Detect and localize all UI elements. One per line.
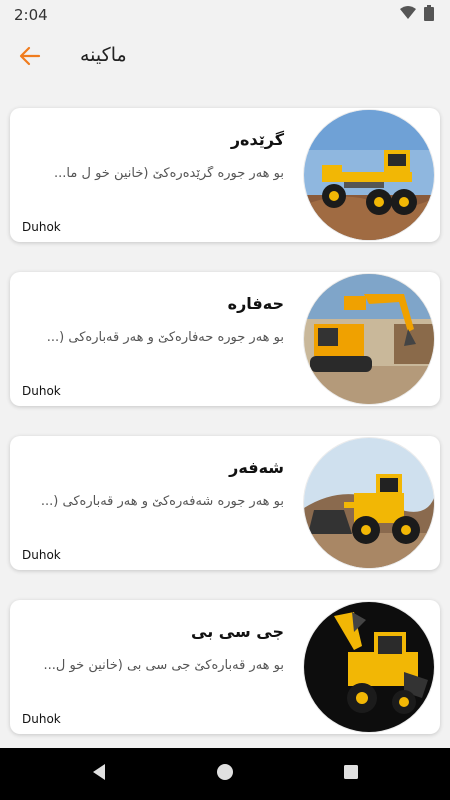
item-city: Duhok — [22, 384, 61, 398]
item-title: جی سی بی — [191, 622, 284, 641]
loader-image — [304, 438, 434, 568]
list-item[interactable]: حەفارە بو هەر جورە حەفارەکێ و هەر قەبارە… — [10, 272, 440, 406]
square-recents-icon — [343, 764, 359, 784]
circle-home-icon — [216, 763, 234, 785]
backhoe-image — [304, 602, 434, 732]
item-city: Duhok — [22, 220, 61, 234]
triangle-back-icon — [91, 763, 107, 785]
nav-back-button[interactable] — [88, 763, 110, 785]
item-description: بو هەر جورە حەفارەکێ و هەر قەبارەکی (... — [46, 330, 284, 345]
list-item[interactable]: گرێدەر بو هەر جورە گرێدەرەکێ (خانین خو ل… — [10, 108, 440, 242]
app-bar: ماکینە — [0, 30, 450, 86]
status-bar: 2:04 — [0, 0, 450, 30]
system-nav-bar — [0, 748, 450, 800]
grader-image — [304, 110, 434, 240]
page-title: ماکینە — [80, 44, 127, 66]
nav-home-button[interactable] — [214, 763, 236, 785]
item-title: شەفەر — [229, 458, 284, 477]
arrow-left-icon — [19, 45, 41, 71]
item-title: حەفارە — [227, 294, 284, 313]
item-city: Duhok — [22, 712, 61, 726]
list-item[interactable]: جی سی بی بو هەر قەبارەکێ جی سی بی (خانین… — [10, 600, 440, 734]
item-description: بو هەر جورە شەفەرەکێ و هەر قەبارەکی (... — [40, 494, 284, 509]
status-time: 2:04 — [14, 6, 48, 24]
item-title: گرێدەر — [230, 130, 284, 149]
nav-recents-button[interactable] — [340, 763, 362, 785]
item-city: Duhok — [22, 548, 61, 562]
back-button[interactable] — [14, 42, 46, 74]
machine-list: گرێدەر بو هەر جورە گرێدەرەکێ (خانین خو ل… — [10, 108, 440, 764]
list-item[interactable]: شەفەر بو هەر جورە شەفەرەکێ و هەر قەبارەک… — [10, 436, 440, 570]
item-description: بو هەر قەبارەکێ جی سی بی (خانین خو ل... — [43, 658, 284, 673]
excavator-image — [304, 274, 434, 404]
item-description: بو هەر جورە گرێدەرەکێ (خانین خو ل ما... — [54, 166, 284, 181]
wifi-icon — [400, 6, 416, 24]
battery-icon — [424, 5, 434, 25]
status-icons — [400, 5, 434, 25]
